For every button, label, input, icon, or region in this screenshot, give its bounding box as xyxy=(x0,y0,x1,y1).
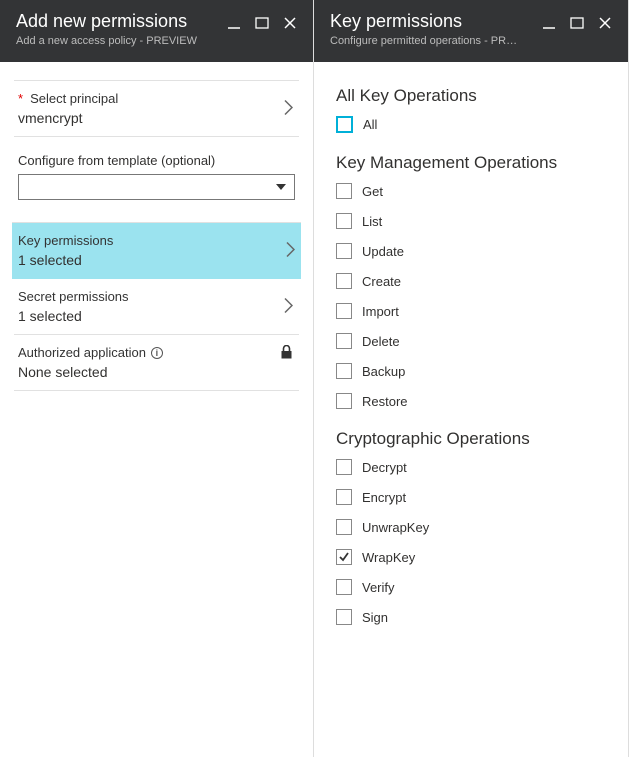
checkbox-verify[interactable]: Verify xyxy=(336,579,606,595)
checkbox-label: Decrypt xyxy=(362,460,407,475)
row-value: 1 selected xyxy=(18,308,293,324)
checkbox-box[interactable] xyxy=(336,303,352,319)
checkbox-label: Backup xyxy=(362,364,405,379)
section-title: All Key Operations xyxy=(336,86,606,106)
checkbox-label: Delete xyxy=(362,334,400,349)
close-button[interactable] xyxy=(598,16,612,33)
permission-section: Cryptographic Operations Decrypt Encrypt Un… xyxy=(336,429,606,625)
checkbox-box[interactable] xyxy=(336,243,352,259)
checkbox-import[interactable]: Import xyxy=(336,303,606,319)
row-label: Select principal xyxy=(30,91,118,106)
row-label: Secret permissions xyxy=(18,289,129,304)
checkbox-delete[interactable]: Delete xyxy=(336,333,606,349)
checkbox-label: Import xyxy=(362,304,399,319)
checkbox-unwrapkey[interactable]: UnwrapKey xyxy=(336,519,606,535)
checkbox-label: WrapKey xyxy=(362,550,415,565)
section-title: Cryptographic Operations xyxy=(336,429,606,449)
lock-icon xyxy=(280,345,293,362)
checkbox-label: Sign xyxy=(362,610,388,625)
chevron-right-icon xyxy=(286,241,295,260)
minimize-button[interactable] xyxy=(542,16,556,33)
checkbox-box[interactable] xyxy=(336,116,353,133)
select-principal-row[interactable]: * Select principal vmencrypt xyxy=(14,80,299,137)
checkbox-box[interactable] xyxy=(336,579,352,595)
panel-header: Add new permissions Add a new access pol… xyxy=(0,0,313,62)
info-icon[interactable]: i xyxy=(151,347,163,359)
checkbox-sign[interactable]: Sign xyxy=(336,609,606,625)
checkbox-box[interactable] xyxy=(336,183,352,199)
maximize-button[interactable] xyxy=(570,16,584,33)
chevron-right-icon xyxy=(284,297,293,316)
row-label: Key permissions xyxy=(18,233,113,248)
checkbox-list[interactable]: List xyxy=(336,213,606,229)
add-permissions-panel: Add new permissions Add a new access pol… xyxy=(0,0,314,757)
row-value: vmencrypt xyxy=(18,110,293,126)
checkbox-label: Restore xyxy=(362,394,408,409)
checkbox-label: Update xyxy=(362,244,404,259)
minimize-button[interactable] xyxy=(227,16,241,33)
checkbox-box[interactable] xyxy=(336,459,352,475)
checkbox-backup[interactable]: Backup xyxy=(336,363,606,379)
checkbox-box[interactable] xyxy=(336,273,352,289)
checkbox-decrypt[interactable]: Decrypt xyxy=(336,459,606,475)
key-permissions-row[interactable]: Key permissions 1 selected xyxy=(12,222,301,279)
panel-title: Add new permissions xyxy=(16,12,219,32)
checkbox-all[interactable]: All xyxy=(336,116,606,133)
key-permissions-panel: Key permissions Configure permitted oper… xyxy=(314,0,629,757)
section-title: Key Management Operations xyxy=(336,153,606,173)
checkbox-box[interactable] xyxy=(336,489,352,505)
template-label: Configure from template (optional) xyxy=(18,153,295,168)
chevron-right-icon xyxy=(284,99,293,118)
checkbox-wrapkey[interactable]: WrapKey xyxy=(336,549,606,565)
checkbox-box[interactable] xyxy=(336,393,352,409)
checkbox-label: List xyxy=(362,214,382,229)
checkbox-box[interactable] xyxy=(336,609,352,625)
checkbox-get[interactable]: Get xyxy=(336,183,606,199)
row-value: None selected xyxy=(18,364,293,380)
row-label: Authorized application xyxy=(18,345,146,360)
checkbox-label: All xyxy=(363,117,377,132)
close-button[interactable] xyxy=(283,16,297,33)
checkbox-restore[interactable]: Restore xyxy=(336,393,606,409)
authorized-application-row[interactable]: Authorized application i None selected xyxy=(14,335,299,391)
checkbox-box[interactable] xyxy=(336,549,352,565)
maximize-button[interactable] xyxy=(255,16,269,33)
panel-header: Key permissions Configure permitted oper… xyxy=(314,0,628,62)
template-block: Configure from template (optional) xyxy=(14,137,299,200)
checkbox-label: Encrypt xyxy=(362,490,406,505)
checkbox-label: Get xyxy=(362,184,383,199)
secret-permissions-row[interactable]: Secret permissions 1 selected xyxy=(14,279,299,335)
permission-section: All Key Operations All xyxy=(336,86,606,133)
permission-section: Key Management Operations Get List Update Cr… xyxy=(336,153,606,409)
template-select[interactable] xyxy=(18,174,295,200)
required-star: * xyxy=(18,91,23,106)
checkbox-box[interactable] xyxy=(336,213,352,229)
checkbox-update[interactable]: Update xyxy=(336,243,606,259)
checkbox-box[interactable] xyxy=(336,363,352,379)
checkbox-box[interactable] xyxy=(336,333,352,349)
checkbox-box[interactable] xyxy=(336,519,352,535)
checkbox-label: Verify xyxy=(362,580,395,595)
checkbox-create[interactable]: Create xyxy=(336,273,606,289)
panel-subtitle: Add a new access policy - PREVIEW xyxy=(16,35,206,47)
checkbox-encrypt[interactable]: Encrypt xyxy=(336,489,606,505)
panel-title: Key permissions xyxy=(330,12,534,32)
checkbox-label: Create xyxy=(362,274,401,289)
panel-subtitle: Configure permitted operations - PREVI..… xyxy=(330,35,520,47)
row-value: 1 selected xyxy=(18,252,293,268)
checkbox-label: UnwrapKey xyxy=(362,520,429,535)
